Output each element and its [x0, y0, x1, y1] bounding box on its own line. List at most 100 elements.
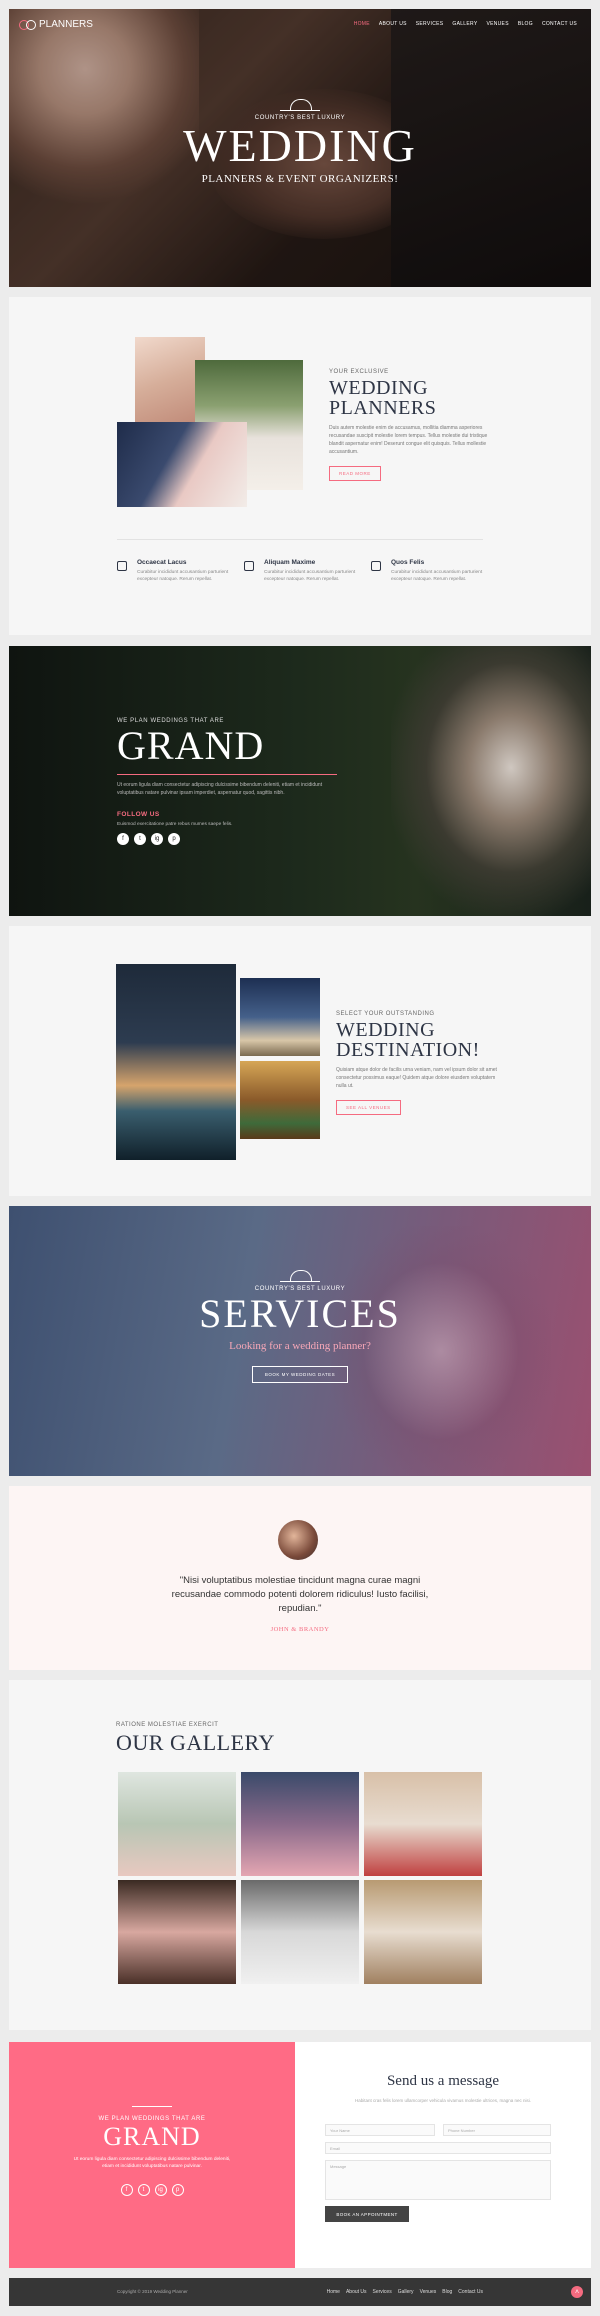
- name-field[interactable]: Your Name: [325, 2124, 435, 2136]
- read-more-button[interactable]: READ MORE: [329, 466, 381, 481]
- about-eyebrow: YOUR EXCLUSIVE: [329, 369, 389, 375]
- footer-link-home[interactable]: Home: [327, 2289, 340, 2295]
- phone-field[interactable]: Phone Number: [443, 2124, 551, 2136]
- contact-promo-panel: WE PLAN WEDDINGS THAT ARE GRAND Ut eorum…: [9, 2042, 295, 2268]
- ornament-icon: [132, 2106, 172, 2112]
- footer-link-venues[interactable]: Venues: [420, 2289, 437, 2295]
- footer-link-contact[interactable]: Contact Us: [458, 2289, 483, 2295]
- testimonial-section: "Nisi voluptatibus molestiae tincidunt m…: [9, 1486, 591, 1670]
- grand-body: Ut eorum ligula diam consectetur adipisc…: [117, 782, 323, 796]
- contact-form: Send us a message Habitant cras felis lo…: [295, 2042, 591, 2268]
- photo-venue-tower: [240, 978, 320, 1056]
- feature-item: Occaecat Lacus Curabitur incididunt accu…: [117, 559, 237, 583]
- gallery-image-dessert[interactable]: [364, 1772, 482, 1876]
- destination-section: SELECT YOUR OUTSTANDING WEDDING DESTINAT…: [9, 926, 591, 1196]
- destination-eyebrow: SELECT YOUR OUTSTANDING: [336, 1011, 435, 1017]
- gallery-image-cakes[interactable]: [118, 1772, 236, 1876]
- photo-couple-embrace: [391, 646, 591, 916]
- grand-section: WE PLAN WEDDINGS THAT ARE GRAND Ut eorum…: [9, 646, 591, 916]
- instagram-icon[interactable]: ig: [154, 2184, 167, 2196]
- about-body: Duis autem molestie enim de accusamus, m…: [329, 425, 488, 455]
- email-field[interactable]: Email: [325, 2142, 551, 2154]
- feature-text: Curabitur incididunt accusantium parturi…: [264, 570, 356, 582]
- site-footer: Copyright © 2019 Wedding Planner Home Ab…: [9, 2278, 591, 2306]
- about-title-2: PLANNERS: [329, 397, 437, 419]
- main-nav: HOME ABOUT US SERVICES GALLERY VENUES BL…: [354, 21, 577, 27]
- stroller-icon: [117, 561, 127, 571]
- grand-divider: [117, 774, 337, 775]
- gallery-image-bride-dress[interactable]: [241, 1772, 359, 1876]
- photo-venue-hall: [116, 964, 236, 1160]
- nav-home[interactable]: HOME: [354, 21, 370, 27]
- contact-promo-title: GRAND: [103, 2122, 201, 2151]
- grand-title: GRAND: [117, 723, 265, 768]
- footer-link-about[interactable]: About Us: [346, 2289, 367, 2295]
- services-section: COUNTRY'S BEST LUXURY SERVICES Looking f…: [9, 1206, 591, 1476]
- nav-services[interactable]: SERVICES: [416, 21, 444, 27]
- book-wedding-dates-button[interactable]: BOOK MY WEDDING DATES: [251, 1366, 349, 1383]
- photo-couple-bouquet: [117, 422, 247, 507]
- see-all-venues-button[interactable]: SEE ALL VENUES: [336, 1100, 401, 1115]
- logo-text: PLANNERS: [39, 19, 93, 30]
- gift-icon: [371, 561, 381, 571]
- hero-subtitle: PLANNERS & EVENT ORGANIZERS!: [201, 173, 399, 185]
- form-intro: Habitant cras felis lorem ullamcorper ve…: [354, 2098, 532, 2103]
- rings-icon: [19, 19, 37, 30]
- hero-title: WEDDING: [183, 120, 417, 171]
- contact-social-links: f t ig p: [9, 2184, 295, 2196]
- form-title: Send us a message: [386, 2073, 500, 2089]
- instagram-icon[interactable]: ig: [151, 833, 163, 845]
- nav-blog[interactable]: BLOG: [518, 21, 533, 27]
- facebook-icon[interactable]: f: [120, 2184, 133, 2196]
- nav-gallery[interactable]: GALLERY: [452, 21, 477, 27]
- pinterest-icon[interactable]: p: [168, 833, 180, 845]
- destination-title-1: WEDDING: [336, 1019, 436, 1041]
- footer-link-blog[interactable]: Blog: [442, 2289, 452, 2295]
- avatar: [278, 1520, 318, 1560]
- nav-venues[interactable]: VENUES: [486, 21, 508, 27]
- gallery-title: OUR GALLERY: [116, 1730, 275, 1755]
- feature-text: Curabitur incididunt accusantium parturi…: [391, 570, 483, 582]
- footer-link-gallery[interactable]: Gallery: [398, 2289, 414, 2295]
- gallery-section: RATIONE MOLESTIAE EXERCIT OUR GALLERY: [9, 1680, 591, 2030]
- crown-icon: [280, 1268, 320, 1282]
- feature-text: Curabitur incididunt accusantium parturi…: [137, 570, 229, 582]
- crown-icon: [280, 97, 320, 111]
- about-section: YOUR EXCLUSIVE WEDDING PLANNERS Duis aut…: [9, 297, 591, 635]
- hero-section: PLANNERS HOME ABOUT US SERVICES GALLERY …: [9, 9, 591, 287]
- feature-title: Occaecat Lacus: [137, 559, 187, 566]
- scroll-to-top-icon[interactable]: ˄: [571, 2286, 583, 2298]
- twitter-icon[interactable]: t: [137, 2184, 150, 2196]
- message-field[interactable]: Message: [325, 2160, 551, 2200]
- feature-title: Aliquam Maxime: [264, 559, 316, 566]
- gallery-eyebrow: RATIONE MOLESTIAE EXERCIT: [116, 1722, 219, 1728]
- testimonial-quote: "Nisi voluptatibus molestiae tincidunt m…: [171, 1575, 429, 1614]
- gallery-image-table[interactable]: [364, 1880, 482, 1984]
- divider: [117, 539, 483, 540]
- footer-link-services[interactable]: Services: [373, 2289, 392, 2295]
- feature-item: Aliquam Maxime Curabitur incididunt accu…: [244, 559, 364, 583]
- about-title-1: WEDDING: [329, 377, 429, 399]
- site-logo[interactable]: PLANNERS: [19, 19, 93, 30]
- facebook-icon[interactable]: f: [117, 833, 129, 845]
- book-appointment-button[interactable]: BOOK AN APPOINTMENT: [325, 2206, 409, 2222]
- contact-promo-body: Ut eorum ligula diam consectetur adipisc…: [73, 2157, 231, 2169]
- services-subtitle: Looking for a wedding planner?: [229, 1340, 371, 1352]
- follow-us-heading: FOLLOW US: [117, 811, 160, 818]
- footer-nav: Home About Us Services Gallery Venues Bl…: [327, 2289, 483, 2295]
- document-icon: [244, 561, 254, 571]
- follow-us-text: Euismod exercitatione patre rebus mumes …: [117, 822, 233, 827]
- feature-item: Quos Felis Curabitur incididunt accusant…: [371, 559, 491, 583]
- gallery-image-macarons[interactable]: [118, 1880, 236, 1984]
- nav-about[interactable]: ABOUT US: [379, 21, 407, 27]
- photo-venue-palace: [240, 1061, 320, 1139]
- testimonial-author: JOHN & BRANDY: [270, 1626, 330, 1633]
- social-links: f t ig p: [117, 833, 347, 845]
- services-title: SERVICES: [199, 1291, 401, 1336]
- nav-contact[interactable]: CONTACT US: [542, 21, 577, 27]
- pinterest-icon[interactable]: p: [171, 2184, 184, 2196]
- gallery-image-bridesmaids[interactable]: [241, 1880, 359, 1984]
- feature-title: Quos Felis: [391, 559, 425, 566]
- twitter-icon[interactable]: t: [134, 833, 146, 845]
- destination-title-2: DESTINATION!: [336, 1039, 480, 1061]
